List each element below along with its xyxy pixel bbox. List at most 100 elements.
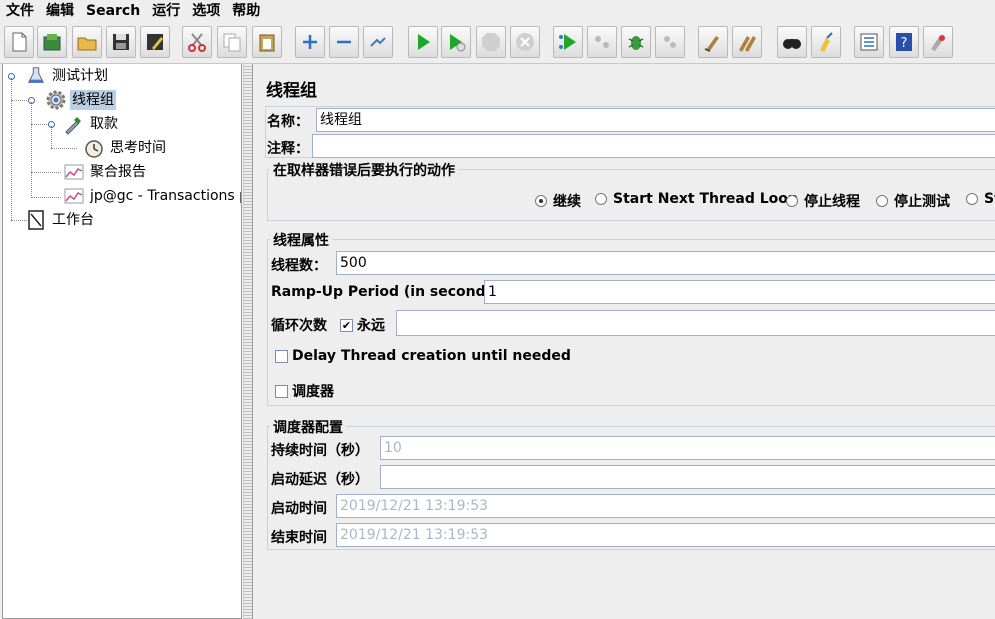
start-no-pauses-button[interactable]	[441, 26, 471, 58]
toolbar: ?	[0, 22, 995, 64]
loop-count-label: 循环次数	[271, 318, 327, 334]
remote-shutdown-icon	[628, 36, 644, 50]
shutdown-button[interactable]	[510, 26, 540, 58]
tree-connector	[51, 148, 77, 149]
loop-count-field[interactable]	[396, 310, 995, 336]
radio-stop-test-now[interactable]: St	[966, 191, 995, 207]
toggle-button[interactable]	[363, 26, 393, 58]
tree-connector	[31, 172, 61, 173]
clear-all-button[interactable]	[732, 26, 762, 58]
open-button[interactable]	[72, 26, 102, 58]
rampup-field[interactable]: 1	[484, 280, 995, 304]
tree-connector	[31, 102, 32, 198]
page-title: 线程组	[266, 81, 317, 101]
tree-connector	[31, 197, 61, 198]
duration-label: 持续时间（秒）	[271, 443, 369, 459]
gear-icon	[45, 89, 67, 111]
radio-start-next-thread-loop[interactable]: Start Next Thread Loop	[595, 191, 798, 207]
radio-stop-thread[interactable]: 停止线程	[786, 191, 860, 211]
tree-label: jp@gc - Transactions pe	[90, 188, 242, 204]
copy-button[interactable]	[217, 26, 247, 58]
tree-expander-icon[interactable]	[27, 96, 36, 105]
radio-label: St	[984, 191, 995, 207]
tree-node-thread-group[interactable]: 线程组	[45, 89, 116, 111]
delay-thread-creation-checkbox[interactable]: Delay Thread creation until needed	[275, 348, 571, 364]
menu-options[interactable]: 选项	[186, 0, 226, 22]
clear-icon	[704, 36, 719, 52]
start-no-pauses-icon	[450, 34, 466, 52]
tree-node-aggregate-report[interactable]: 聚合报告	[63, 161, 148, 183]
clear-button[interactable]	[698, 26, 728, 58]
expand-button[interactable]	[295, 26, 325, 58]
templates-icon	[43, 34, 61, 51]
stop-button[interactable]	[476, 26, 506, 58]
tree-node-timer[interactable]: 思考时间	[83, 137, 168, 159]
test-plan-tree[interactable]: 测试计划 线程组 取款 思考时间 聚合报告 jp@gc - Transactio…	[2, 64, 242, 619]
radio-button-icon	[535, 195, 547, 207]
menu-bar: 文件 编辑 Search 运行 选项 帮助	[0, 0, 995, 22]
remote-start-button[interactable]	[553, 26, 583, 58]
menu-edit[interactable]: 编辑	[40, 0, 80, 22]
tree-expander-icon[interactable]	[7, 72, 16, 81]
comment-field[interactable]	[312, 134, 995, 158]
radio-label: Start Next Thread Loop	[613, 191, 798, 207]
threads-field[interactable]: 500	[336, 251, 995, 275]
save-as-button[interactable]	[140, 26, 170, 58]
remote-stop-button[interactable]	[587, 26, 617, 58]
paste-button[interactable]	[252, 26, 282, 58]
menu-search[interactable]: Search	[80, 0, 146, 22]
scheduler-config-title: 调度器配置	[270, 417, 346, 437]
menu-help[interactable]: 帮助	[226, 0, 266, 22]
cut-button[interactable]	[182, 26, 212, 58]
function-helper-button[interactable]	[854, 26, 884, 58]
tree-connector	[11, 100, 27, 101]
tree-node-workbench[interactable]: 工作台	[25, 209, 96, 231]
tree-node-test-plan[interactable]: 测试计划	[25, 65, 110, 87]
radio-button-icon	[595, 193, 607, 205]
thread-properties-title: 线程属性	[270, 230, 332, 250]
comment-label: 注释：	[267, 141, 309, 157]
remote-stop-icon	[595, 36, 609, 48]
clear-all-icon	[739, 36, 756, 52]
start-time-field[interactable]: 2019/12/21 13:19:53	[336, 494, 995, 518]
log-viewer-button[interactable]	[923, 26, 953, 58]
help-button[interactable]: ?	[889, 26, 919, 58]
tree-label: 工作台	[52, 212, 94, 228]
radio-label: 停止测试	[894, 194, 950, 210]
reset-search-button[interactable]	[811, 26, 841, 58]
collapse-icon	[337, 40, 351, 44]
split-pane-divider[interactable]	[243, 64, 253, 619]
new-button[interactable]	[4, 26, 34, 58]
name-field[interactable]: 线程组	[316, 108, 995, 132]
menu-file[interactable]: 文件	[0, 0, 40, 22]
search-button[interactable]	[777, 26, 807, 58]
templates-button[interactable]	[37, 26, 67, 58]
tree-expander-icon[interactable]	[47, 120, 56, 129]
menu-run[interactable]: 运行	[146, 0, 186, 22]
threads-label: 线程数：	[271, 258, 327, 274]
collapse-button[interactable]	[329, 26, 359, 58]
duration-field[interactable]: 10	[380, 436, 995, 460]
tree-label: 聚合报告	[90, 164, 146, 180]
tree-node-transactions-listener[interactable]: jp@gc - Transactions pe	[63, 185, 242, 207]
checkbox-label: 调度器	[292, 384, 334, 400]
tree-node-sampler[interactable]: 取款	[63, 113, 120, 135]
chart-icon	[63, 185, 85, 207]
help-icon: ?	[896, 33, 912, 51]
shutdown-icon	[516, 33, 534, 51]
save-button[interactable]	[106, 26, 136, 58]
radio-button-icon	[966, 193, 978, 205]
radio-stop-test[interactable]: 停止测试	[876, 191, 950, 211]
scheduler-checkbox[interactable]: 调度器	[275, 381, 334, 401]
stopwatch-icon	[83, 137, 105, 159]
end-time-field[interactable]: 2019/12/21 13:19:53	[336, 523, 995, 547]
startup-delay-field[interactable]	[380, 465, 995, 489]
remote-exit-button[interactable]	[655, 26, 685, 58]
start-button[interactable]	[408, 26, 438, 58]
flask-icon	[25, 65, 47, 87]
radio-continue[interactable]: 继续	[535, 191, 581, 211]
stop-icon	[482, 33, 500, 51]
remote-shutdown-button[interactable]	[621, 26, 651, 58]
radio-label: 停止线程	[804, 194, 860, 210]
forever-checkbox[interactable]: ✔ 永远	[340, 315, 385, 335]
